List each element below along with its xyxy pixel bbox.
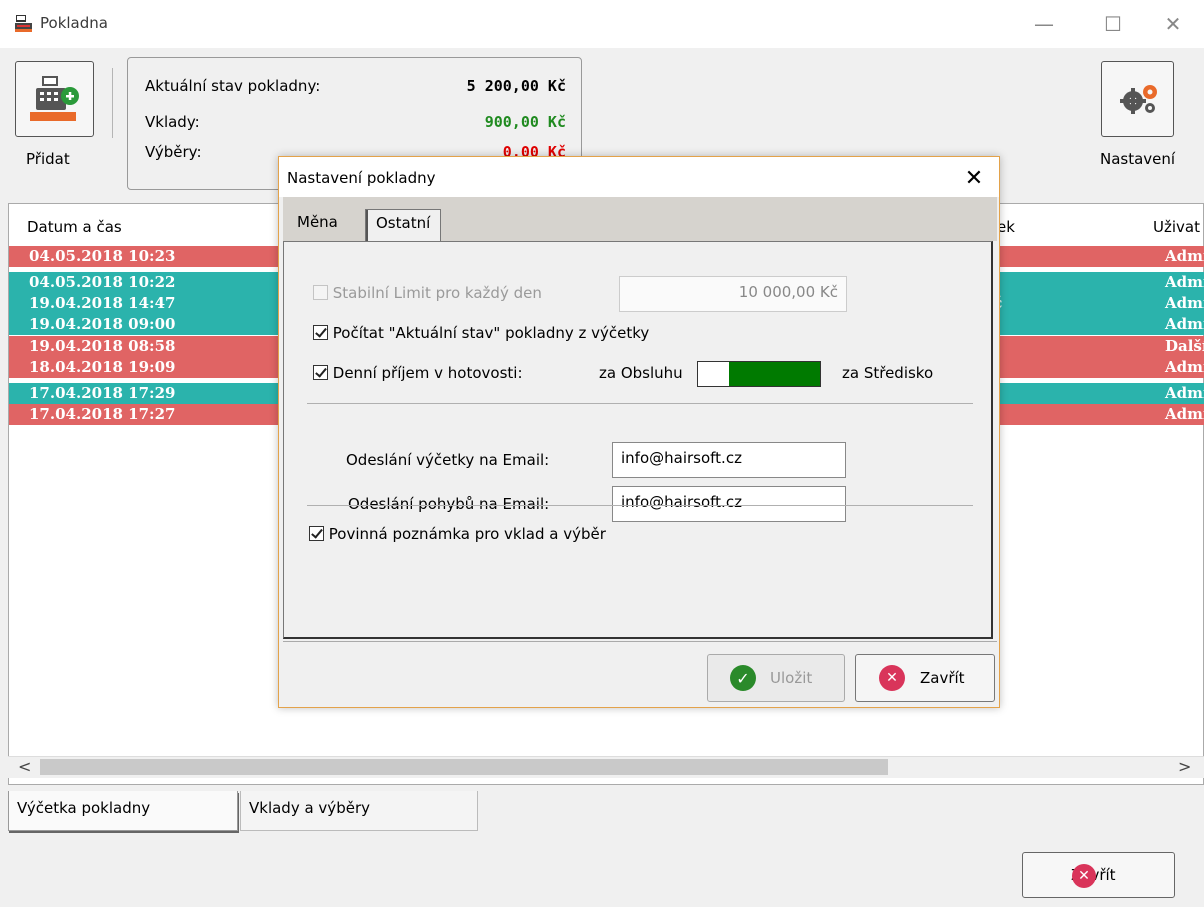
cash-register-app-icon (15, 14, 33, 32)
compute-balance-checkbox[interactable] (313, 325, 328, 340)
row-date: 17.04.2018 17:29 (29, 384, 176, 402)
tab-currency[interactable]: Měna (287, 209, 348, 241)
email-moves-input[interactable]: info@hairsoft.cz (612, 486, 846, 522)
compute-balance-option[interactable]: Počítat "Aktuální stav" pokladny z výčet… (313, 324, 649, 342)
scroll-left-button[interactable]: < (18, 757, 38, 777)
stable-limit-label: Stabilní Limit pro každý den (332, 284, 542, 302)
row-user: Další (1165, 337, 1204, 355)
scroll-right-button[interactable]: > (1178, 757, 1198, 777)
column-header-user[interactable]: Uživat (1153, 218, 1200, 236)
mandatory-note-checkbox[interactable] (309, 526, 324, 541)
row-date: 18.04.2018 19:09 (29, 358, 176, 376)
row-date: 04.05.2018 10:22 (29, 273, 176, 291)
check-circle-icon: ✓ (730, 665, 756, 691)
deposits-label: Vklady: (145, 113, 200, 131)
toolbar-separator (112, 68, 113, 138)
separator (307, 505, 973, 506)
mandatory-note-label: Povinná poznámka pro vklad a výběr (328, 525, 606, 543)
maximize-button[interactable]: ☐ (1090, 8, 1136, 40)
row-user: Admi (1165, 358, 1204, 376)
stable-limit-option[interactable]: Stabilní Limit pro každý den (313, 284, 542, 302)
row-date: 04.05.2018 10:23 (29, 247, 176, 265)
row-date: 19.04.2018 08:58 (29, 337, 176, 355)
deposits-value: 900,00 Kč (484, 113, 566, 131)
row-date: 19.04.2018 09:00 (29, 315, 176, 333)
row-user: Admi (1165, 384, 1204, 402)
current-balance-value: 5 200,00 Kč (466, 77, 566, 95)
email-count-label: Odeslání výčetky na Email: (346, 451, 550, 469)
tab-deposits-withdrawals[interactable]: Vklady a výběry (240, 791, 478, 831)
save-label: Uložit (770, 669, 813, 687)
save-button[interactable]: Uložit (707, 654, 845, 702)
row-user: Admi (1165, 294, 1204, 312)
current-balance-label: Aktuální stav pokladny: (145, 77, 321, 95)
column-header-datetime[interactable]: Datum a čas (27, 218, 122, 236)
mandatory-note-option[interactable]: Povinná poznámka pro vklad a výběr (309, 525, 606, 543)
tab-cash-count[interactable]: Výčetka pokladny (8, 791, 238, 831)
main-close-button[interactable]: Zavřít (1022, 852, 1175, 898)
cash-register-add-icon (26, 74, 82, 130)
row-user: Admi (1165, 315, 1204, 333)
dialog-close-button[interactable]: Zavřít (855, 654, 995, 702)
dialog-title: Nastavení pokladny (287, 169, 436, 187)
daily-income-option[interactable]: Denní příjem v hotovosti: (313, 364, 523, 382)
compute-balance-label: Počítat "Aktuální stav" pokladny z výčet… (332, 324, 650, 342)
daily-income-label: Denní příjem v hotovosti: (332, 364, 523, 382)
window-close-button[interactable]: ✕ (1150, 8, 1196, 40)
close-circle-icon: ✕ (879, 665, 905, 691)
row-user: Admi (1165, 405, 1204, 423)
add-label: Přidat (26, 150, 70, 168)
dialog-close-icon[interactable]: ✕ (959, 163, 989, 193)
gears-icon (1118, 82, 1160, 120)
settings-button[interactable] (1101, 61, 1174, 137)
cash-settings-dialog: Nastavení pokladny ✕ Měna Ostatní Stabil… (278, 156, 1000, 708)
daily-income-checkbox[interactable] (313, 365, 328, 380)
scrollbar-thumb[interactable] (40, 759, 888, 775)
toggle-right-label: za Středisko (842, 364, 934, 382)
row-user: Admi (1165, 247, 1204, 265)
stable-limit-input[interactable]: 10 000,00 Kč (619, 276, 847, 312)
stable-limit-checkbox[interactable] (313, 285, 328, 300)
toggle-knob[interactable] (729, 362, 820, 386)
withdrawals-label: Výběry: (145, 143, 202, 161)
dialog-close-label: Zavřít (920, 669, 965, 687)
row-date: 17.04.2018 17:27 (29, 405, 176, 423)
close-circle-icon: ✕ (1072, 864, 1096, 888)
row-user: Admi (1165, 273, 1204, 291)
window-title: Pokladna (40, 14, 108, 32)
email-count-input[interactable]: info@hairsoft.cz (612, 442, 846, 478)
settings-label: Nastavení (1100, 150, 1176, 168)
add-button[interactable] (15, 61, 94, 137)
row-date: 19.04.2018 14:47 (29, 294, 176, 312)
separator (307, 403, 973, 404)
email-moves-label: Odeslání pohybů na Email: (348, 495, 550, 513)
tab-other[interactable]: Ostatní (365, 209, 442, 243)
minimize-button[interactable]: — (1021, 8, 1067, 40)
toggle-left-label: za Obsluhu (599, 364, 683, 382)
